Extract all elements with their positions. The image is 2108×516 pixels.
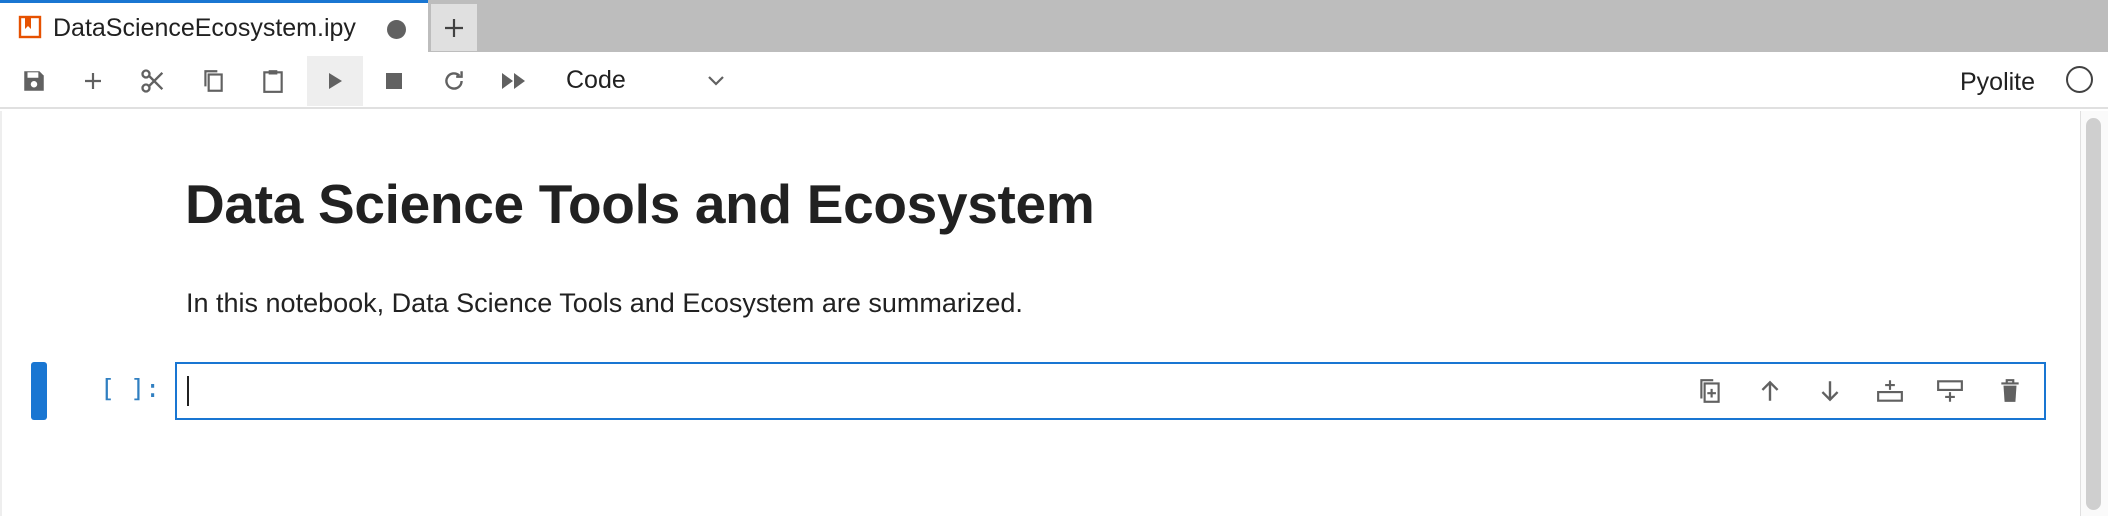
run-icon <box>325 70 345 92</box>
restart-icon <box>441 68 467 94</box>
kernel-name[interactable]: Pyolite <box>1960 68 2035 97</box>
move-down-icon <box>1817 378 1843 404</box>
interrupt-button[interactable] <box>375 62 413 100</box>
cut-button[interactable] <box>134 62 172 100</box>
insert-cell-below-button[interactable] <box>1933 374 1967 408</box>
move-up-icon <box>1757 378 1783 404</box>
cell-type-select[interactable]: Code <box>566 66 626 95</box>
notebook-toolbar: Code Pyolite <box>0 52 2108 109</box>
insert-below-icon <box>1936 378 1964 404</box>
fast-forward-icon <box>500 70 528 92</box>
stop-icon <box>385 72 403 90</box>
run-button[interactable] <box>307 56 363 106</box>
delete-icon <box>1998 378 2022 404</box>
add-icon <box>81 69 105 93</box>
scrollbar-thumb[interactable] <box>2086 118 2101 510</box>
tab-bar: DataScienceEcosystem.ipy <box>0 0 2108 52</box>
copy-button[interactable] <box>194 62 232 100</box>
save-icon <box>21 68 47 94</box>
delete-cell-button[interactable] <box>1993 374 2027 408</box>
save-button[interactable] <box>15 62 53 100</box>
insert-above-icon <box>1876 378 1904 404</box>
paste-button[interactable] <box>254 62 292 100</box>
tab-title: DataScienceEcosystem.ipy <box>53 14 356 42</box>
notebook-tab[interactable]: DataScienceEcosystem.ipy <box>0 0 428 52</box>
move-cell-up-button[interactable] <box>1753 374 1787 408</box>
insert-cell-above-button[interactable] <box>1873 374 1907 408</box>
code-cell-editor[interactable] <box>175 362 2046 420</box>
paste-icon <box>260 68 286 94</box>
duplicate-icon <box>1697 377 1723 405</box>
cell-prompt: [ ]: <box>100 374 161 403</box>
notebook-icon <box>18 15 42 39</box>
restart-button[interactable] <box>435 62 473 100</box>
cell-collapser[interactable] <box>31 362 47 420</box>
new-tab-button[interactable] <box>431 4 477 51</box>
plus-icon <box>443 17 465 39</box>
kernel-status-icon <box>2066 66 2093 93</box>
markdown-heading: Data Science Tools and Ecosystem <box>185 173 1095 235</box>
cut-icon <box>139 67 167 95</box>
restart-run-all-button[interactable] <box>495 62 533 100</box>
markdown-paragraph: In this notebook, Data Science Tools and… <box>186 288 1023 318</box>
text-cursor <box>187 376 189 406</box>
move-cell-down-button[interactable] <box>1813 374 1847 408</box>
chevron-down-icon[interactable] <box>704 68 728 92</box>
insert-cell-button[interactable] <box>74 62 112 100</box>
copy-icon <box>200 68 226 94</box>
unsaved-indicator[interactable] <box>387 20 406 39</box>
duplicate-cell-button[interactable] <box>1693 374 1727 408</box>
